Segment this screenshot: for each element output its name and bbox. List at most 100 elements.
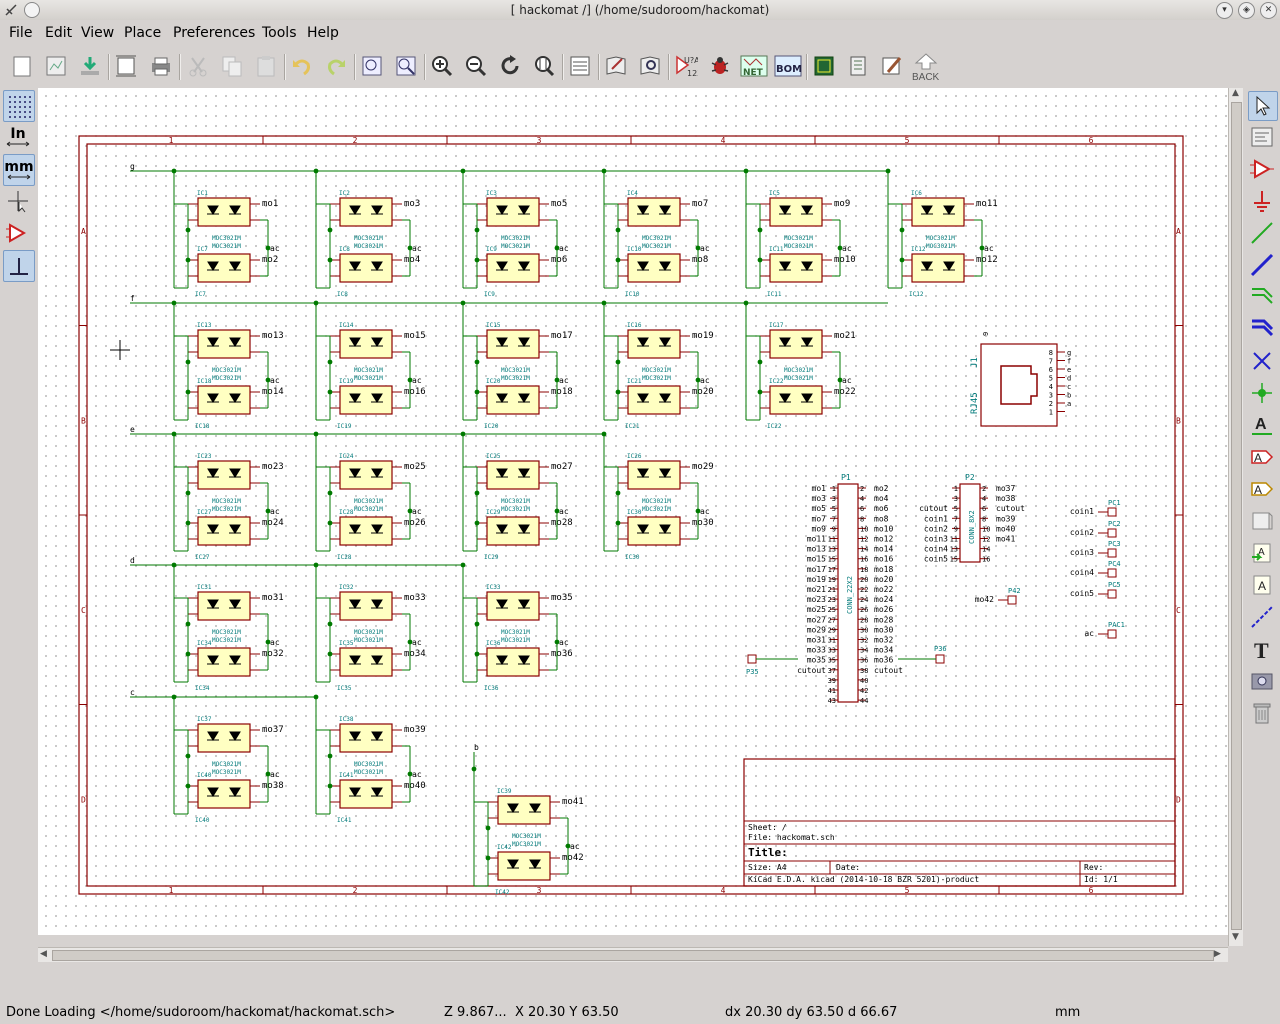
border-row-label[interactable]: A xyxy=(81,227,86,236)
paste-icon[interactable] xyxy=(252,52,280,80)
title-block-file[interactable]: File: hackomat.sch xyxy=(748,833,835,842)
border-col-label[interactable]: 6 xyxy=(1089,886,1094,895)
ac-label[interactable]: ac xyxy=(570,842,580,851)
ic-ref-label[interactable]: IC17 xyxy=(769,322,784,329)
p1-net-left[interactable]: mo27 xyxy=(807,615,826,624)
border-col-label[interactable]: 3 xyxy=(537,136,542,145)
optocoupler-IC40[interactable] xyxy=(197,779,251,809)
single-pin-net[interactable]: mo42 xyxy=(975,595,994,604)
rj45-value[interactable]: RJ45 xyxy=(970,392,980,414)
ic-ref-label[interactable]: IC1 xyxy=(197,190,208,197)
junction[interactable] xyxy=(615,490,621,496)
rj45-pin-number[interactable]: 4 xyxy=(1049,383,1053,391)
zoom-in-icon[interactable] xyxy=(428,52,456,80)
p1-pin-number[interactable]: 38 xyxy=(860,667,868,675)
junction[interactable] xyxy=(474,359,480,365)
junction[interactable] xyxy=(743,300,749,306)
optocoupler-IC7[interactable] xyxy=(197,253,251,283)
junction[interactable] xyxy=(615,227,621,233)
junction[interactable] xyxy=(313,168,319,174)
ic-ref-label[interactable]: IC29 xyxy=(484,554,499,561)
net-label-out[interactable]: mo10 xyxy=(834,255,856,265)
single-pin-PC2[interactable] xyxy=(1107,528,1117,538)
bus-net-label[interactable]: f xyxy=(130,294,135,303)
ac-label[interactable]: ac xyxy=(559,507,569,516)
p2-pin-number[interactable]: 2 xyxy=(982,485,986,493)
single-pin-PC1[interactable] xyxy=(1107,507,1117,517)
p1-pin-number[interactable]: 14 xyxy=(860,546,868,554)
net-label-icon[interactable]: A xyxy=(1248,411,1276,439)
p35-ref[interactable]: P35 xyxy=(746,668,759,676)
menu-preferences[interactable]: Preferences xyxy=(173,25,255,41)
ic-ref-label[interactable]: IC9 xyxy=(486,246,497,253)
optocoupler-IC8[interactable] xyxy=(339,253,393,283)
p36-ref[interactable]: P36 xyxy=(934,645,947,653)
single-pin-PAC1[interactable] xyxy=(1107,629,1117,639)
net-label-out[interactable]: mo3 xyxy=(404,199,420,209)
optocoupler-IC36[interactable] xyxy=(486,647,540,677)
ic-ref-label[interactable]: IC11 xyxy=(767,291,782,298)
net-label-out[interactable]: mo26 xyxy=(404,518,426,528)
p1-pin-number[interactable]: 36 xyxy=(860,657,868,665)
ac-label[interactable]: ac xyxy=(700,507,710,516)
part-value-label[interactable]: MOC3021M xyxy=(501,235,530,242)
p1-pin-number[interactable]: 40 xyxy=(860,677,868,685)
optocoupler-IC4[interactable] xyxy=(627,197,681,227)
junction[interactable] xyxy=(185,621,191,627)
part-value-label[interactable]: MOC3021M xyxy=(212,375,241,382)
rj45-pin-number[interactable]: 6 xyxy=(1049,366,1053,374)
single-pin-ref[interactable]: PC2 xyxy=(1108,520,1121,528)
redraw-icon[interactable] xyxy=(496,52,524,80)
ic-ref-label[interactable]: IC19 xyxy=(339,378,354,385)
p2-pin-number[interactable]: 16 xyxy=(982,556,990,564)
part-value-label[interactable]: MOC3021M xyxy=(354,761,383,768)
p2-pin-number[interactable]: 9 xyxy=(954,525,958,533)
ic-ref-label[interactable]: IC34 xyxy=(197,640,212,647)
p2-pin-number[interactable]: 8 xyxy=(982,515,986,523)
p1-value[interactable]: CONN_22X2 xyxy=(846,576,854,614)
place-power-icon[interactable] xyxy=(1248,187,1276,215)
border-col-label[interactable]: 2 xyxy=(353,136,358,145)
optocoupler-IC6[interactable] xyxy=(911,197,965,227)
p1-pin-number[interactable]: 31 xyxy=(828,637,836,645)
p1-pin-number[interactable]: 13 xyxy=(828,546,836,554)
junction[interactable] xyxy=(171,300,177,306)
ac-label[interactable]: ac xyxy=(412,770,422,779)
back-button[interactable]: BACK xyxy=(910,52,942,81)
junction[interactable] xyxy=(485,825,491,831)
optocoupler-IC35[interactable] xyxy=(339,647,393,677)
net-label-out[interactable]: mo37 xyxy=(262,725,284,735)
ac-label[interactable]: ac xyxy=(412,507,422,516)
p1-pin-number[interactable]: 34 xyxy=(860,647,868,655)
title-block-rev[interactable]: Rev: xyxy=(1084,863,1103,872)
net-label-out[interactable]: mo23 xyxy=(262,462,284,472)
ic-ref-label[interactable]: IC30 xyxy=(627,509,642,516)
optocoupler-IC9[interactable] xyxy=(486,253,540,283)
border-row-label[interactable]: D xyxy=(81,795,86,804)
rj45-connector[interactable] xyxy=(980,343,1058,427)
optocoupler-IC30[interactable] xyxy=(627,516,681,546)
optocoupler-IC22[interactable] xyxy=(769,385,823,415)
p1-net-right[interactable]: mo8 xyxy=(874,514,889,523)
single-pin-net[interactable]: coin5 xyxy=(1070,589,1094,598)
optocoupler-IC15[interactable] xyxy=(486,329,540,359)
junction[interactable] xyxy=(474,651,480,657)
net-label-out[interactable]: mo7 xyxy=(692,199,708,209)
bus-net-label[interactable]: b xyxy=(474,743,479,752)
ac-label[interactable]: ac xyxy=(842,244,852,253)
part-value-label[interactable]: MOC3021M xyxy=(784,367,813,374)
p1-pin-number[interactable]: 5 xyxy=(832,505,836,513)
open-icon[interactable] xyxy=(76,52,104,80)
junction[interactable] xyxy=(185,257,191,263)
part-value-label[interactable]: MOC3021M xyxy=(212,506,241,513)
part-value-label[interactable]: MOC3021M xyxy=(354,506,383,513)
graphic-text-icon[interactable]: T xyxy=(1248,635,1276,663)
ic-ref-label[interactable]: IC12 xyxy=(911,246,926,253)
wire-angle-icon[interactable] xyxy=(3,250,35,282)
wire-bus-entry-icon[interactable] xyxy=(1248,283,1276,311)
junction[interactable] xyxy=(327,389,333,395)
p2-net-left[interactable]: coin2 xyxy=(924,524,948,533)
maximize-icon[interactable]: ◈ xyxy=(1238,2,1255,19)
p1-net-right[interactable]: mo10 xyxy=(874,524,893,533)
p1-net-right[interactable]: mo30 xyxy=(874,625,893,634)
